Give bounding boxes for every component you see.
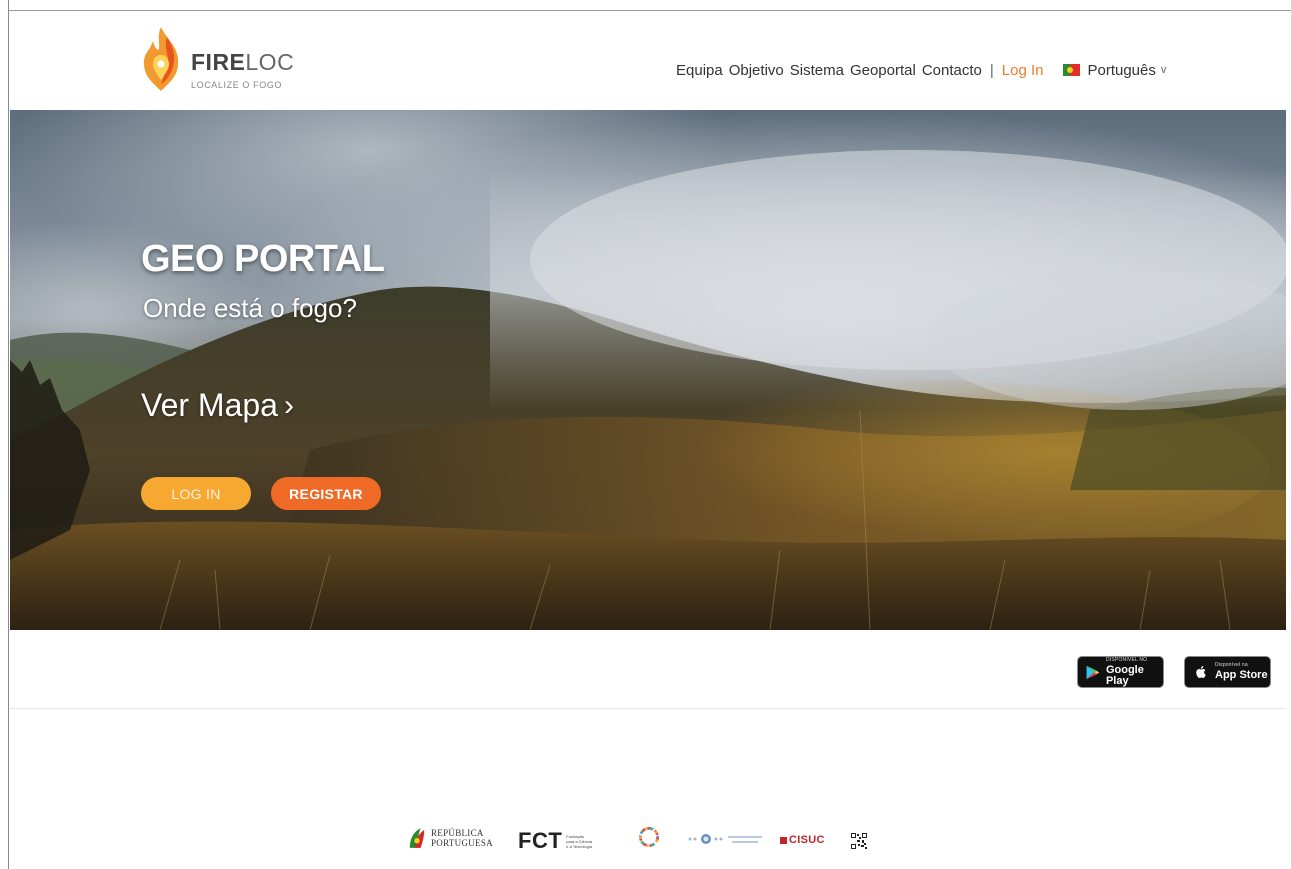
nav-separator: |	[989, 61, 994, 79]
view-map-label: Ver Mapa	[141, 387, 278, 423]
app-store-badge[interactable]: Disponível na App Store	[1184, 656, 1271, 688]
uc-emblem-icon	[688, 834, 762, 844]
view-map-link[interactable]: Ver Mapa ›	[141, 387, 294, 424]
fct-sub3: e a Tecnologia	[566, 843, 592, 849]
app-store-caption: Disponível na	[1215, 662, 1248, 668]
hero-subtitle: Onde está o fogo?	[143, 293, 357, 323]
google-play-badge[interactable]: DISPONÍVEL NO Google Play	[1077, 656, 1164, 688]
fct-logo[interactable]: FCT Fundação para a Ciência e a Tecnolog…	[518, 828, 592, 854]
fct-sub2: para a Ciência	[566, 838, 593, 844]
republica-line2: PORTUGUESA	[431, 838, 493, 848]
compete-logo[interactable]	[636, 824, 662, 850]
republica-emblem-icon	[409, 828, 425, 848]
language-selector[interactable]: Português v	[1063, 62, 1166, 79]
republica-line1: REPÚBLICA	[431, 828, 484, 838]
login-button[interactable]: LOG IN	[141, 477, 251, 510]
compete-ring-icon	[639, 827, 659, 847]
flame-pin-icon	[143, 27, 179, 91]
window-left-border	[8, 0, 9, 869]
chevron-down-icon: v	[1160, 64, 1167, 76]
chevron-right-icon: ›	[283, 388, 294, 422]
nav-item-sistema[interactable]: Sistema	[790, 62, 844, 79]
mountain-landscape-image	[10, 150, 1286, 630]
section-divider	[10, 708, 1286, 709]
logo-wordmark-light: LOC	[245, 49, 295, 75]
hero-banner: GEO PORTAL Onde está o fogo? Ver Mapa › …	[10, 110, 1286, 630]
nav-login-link[interactable]: Log In	[1002, 62, 1044, 79]
language-label: Português	[1087, 61, 1156, 79]
nav-item-objetivo[interactable]: Objetivo	[729, 62, 784, 79]
logo-wordmark: FIRELOC	[191, 49, 294, 76]
register-button[interactable]: REGISTAR	[271, 477, 381, 510]
apple-icon	[1191, 662, 1211, 682]
nav-item-contacto[interactable]: Contacto	[922, 62, 982, 79]
republica-portuguesa-logo[interactable]: REPÚBLICA PORTUGUESA	[408, 826, 493, 850]
app-store-label: App Store	[1215, 669, 1268, 681]
site-header: FIRELOC LOCALIZE O FOGO Equipa Objetivo …	[9, 11, 1291, 110]
universidade-coimbra-logo[interactable]	[686, 832, 764, 846]
cisuc-logo[interactable]: CISUC	[780, 834, 825, 846]
portugal-flag-icon	[1063, 64, 1081, 76]
google-play-icon	[1084, 662, 1102, 682]
logo-wordmark-bold: FIRE	[191, 49, 246, 75]
nav-item-geoportal[interactable]: Geoportal	[850, 62, 916, 79]
cisuc-square-icon	[780, 836, 787, 844]
main-nav: Equipa Objetivo Sistema Geoportal Contac…	[676, 59, 1166, 81]
fct-wordmark: FCT	[518, 828, 563, 853]
qr-code-icon[interactable]	[851, 833, 867, 849]
sponsor-logos: REPÚBLICA PORTUGUESA FCT Fundação para a…	[408, 826, 878, 856]
nav-item-equipa[interactable]: Equipa	[676, 62, 723, 79]
cisuc-wordmark: CISUC	[789, 834, 825, 846]
hero-title: GEO PORTAL	[141, 238, 385, 280]
google-play-label: Google Play	[1105, 663, 1144, 687]
logo-tagline: LOCALIZE O FOGO	[191, 80, 283, 90]
fireloc-logo[interactable]: FIRELOC LOCALIZE O FOGO	[140, 25, 320, 95]
google-play-caption: DISPONÍVEL NO	[1105, 656, 1148, 663]
